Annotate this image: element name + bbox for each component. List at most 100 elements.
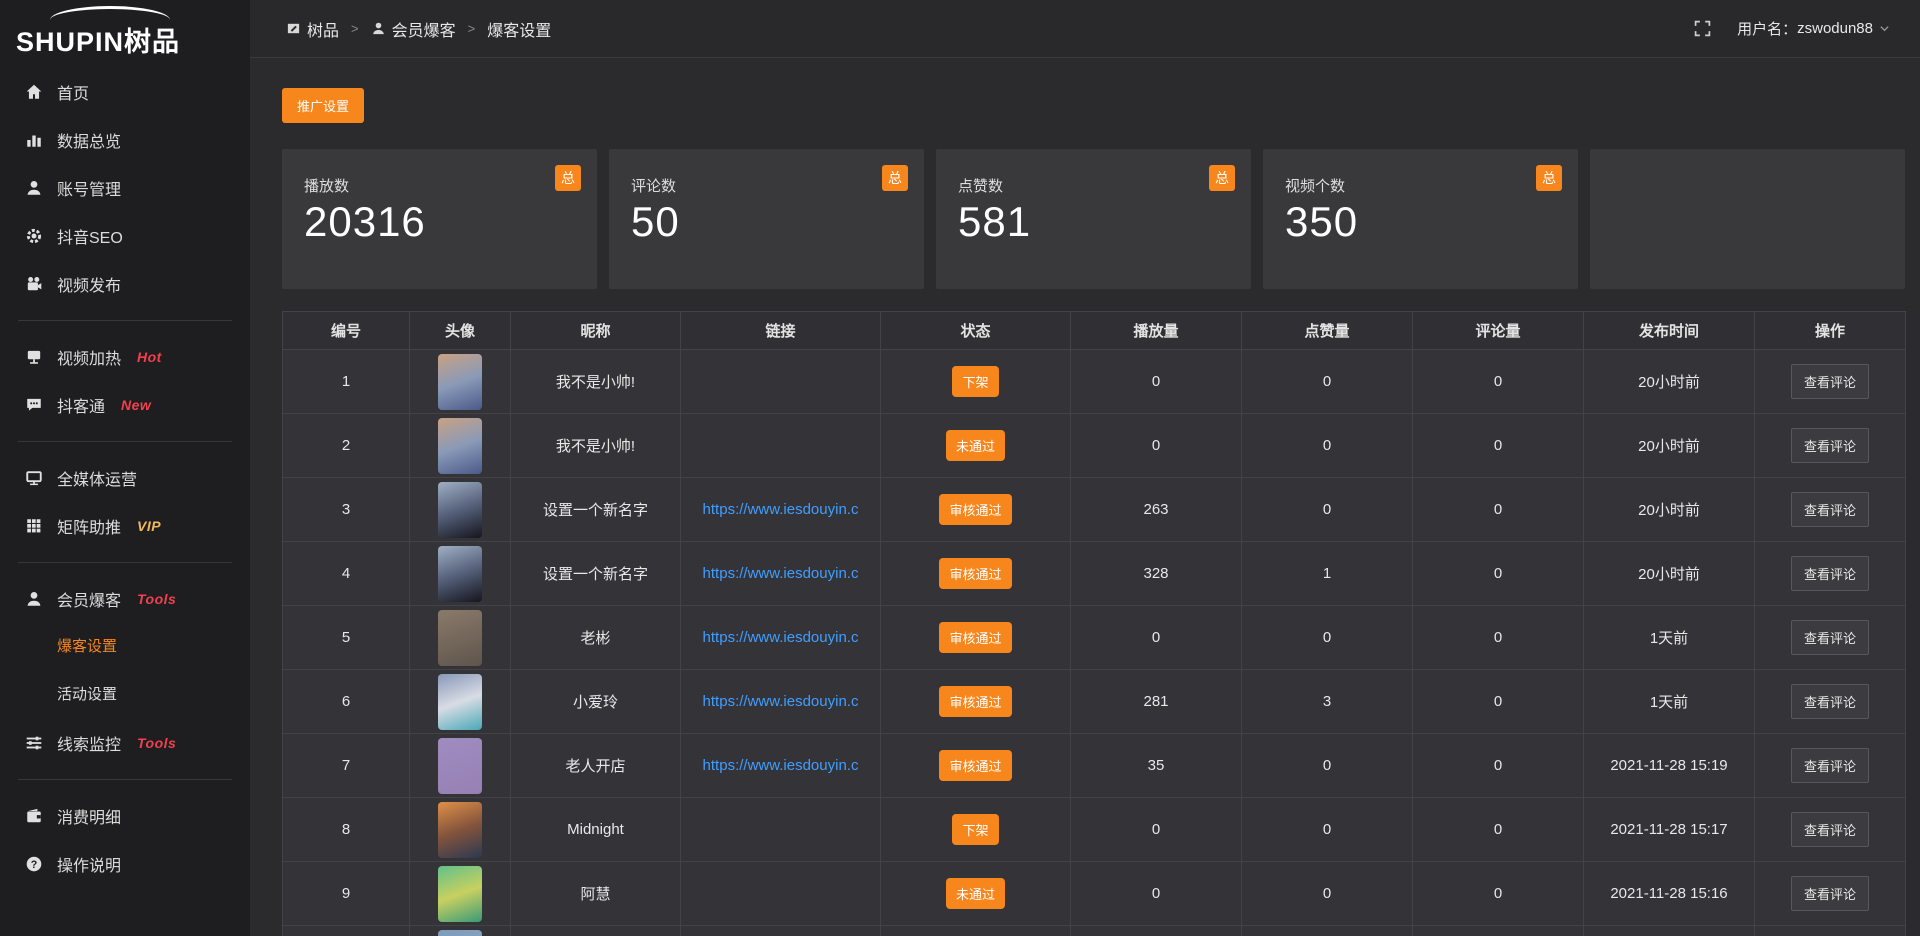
video-link[interactable]: https://www.iesdouyin.c	[681, 693, 880, 710]
column-header: 头像	[410, 312, 511, 350]
status-button[interactable]: 下架	[952, 814, 998, 845]
cell-comments: 0	[1413, 414, 1584, 478]
chart-icon	[25, 131, 43, 149]
view-comments-button[interactable]: 查看评论	[1791, 876, 1869, 911]
cell-time: 20小时前	[1584, 350, 1755, 414]
sidebar-item-3[interactable]: 抖音SEO	[0, 212, 250, 260]
breadcrumb: 树品>会员爆客>爆客设置	[286, 17, 551, 41]
cell-time: 20小时前	[1584, 414, 1755, 478]
sidebar-item-7[interactable]: 抖客通New	[0, 381, 250, 429]
status-button[interactable]: 审核通过	[939, 622, 1011, 653]
breadcrumb-separator: >	[351, 21, 359, 36]
table-row: 5 老彬 https://www.iesdouyin.c 审核通过 0 0 0 …	[283, 606, 1906, 670]
screen-icon	[25, 348, 43, 366]
cell-time: 1天前	[1584, 606, 1755, 670]
avatar	[438, 418, 482, 474]
breadcrumb-label: 树品	[307, 17, 339, 41]
view-comments-button[interactable]: 查看评论	[1791, 492, 1869, 527]
table-header-row: 编号头像昵称链接状态播放量点赞量评论量发布时间操作	[283, 312, 1906, 350]
sidebar-item-1[interactable]: 数据总览	[0, 116, 250, 164]
stat-card-3: 视频个数 350 总	[1263, 149, 1578, 289]
cell-nickname: 我不是小帅!	[511, 350, 681, 414]
grid-icon	[25, 517, 43, 535]
sidebar-item-9[interactable]: 全媒体运营	[0, 454, 250, 502]
video-link[interactable]: https://www.iesdouyin.c	[681, 629, 880, 646]
person-icon	[371, 21, 386, 36]
view-comments-button[interactable]: 查看评论	[1791, 684, 1869, 719]
column-header: 发布时间	[1584, 312, 1755, 350]
stat-card-label: 视频个数	[1285, 175, 1556, 196]
sidebar-item-label: 视频发布	[57, 272, 121, 296]
status-button[interactable]: 审核通过	[939, 494, 1011, 525]
view-comments-button[interactable]: 查看评论	[1791, 556, 1869, 591]
cell-nickname: 老彬	[511, 606, 681, 670]
cell-nickname: 老人开店	[511, 734, 681, 798]
column-header: 评论量	[1413, 312, 1584, 350]
cell-nickname: 我不是小帅!	[511, 414, 681, 478]
stat-card-0: 播放数 20316 总	[282, 149, 597, 289]
avatar	[438, 610, 482, 666]
cell-comments: 0	[1413, 542, 1584, 606]
view-comments-button[interactable]: 查看评论	[1791, 428, 1869, 463]
sidebar-item-13[interactable]: 线索监控Tools	[0, 719, 250, 767]
promo-settings-button[interactable]: 推广设置	[282, 88, 364, 123]
column-header: 状态	[881, 312, 1071, 350]
breadcrumb-item-2[interactable]: 爆客设置	[487, 17, 551, 41]
video-link[interactable]: https://www.iesdouyin.c	[681, 501, 880, 518]
video-link[interactable]: https://www.iesdouyin.c	[681, 757, 880, 774]
help-icon: ?	[25, 855, 43, 873]
cell-likes: 0	[1242, 606, 1413, 670]
fullscreen-icon[interactable]	[1694, 20, 1711, 37]
cell-time: 2021-11-28 15:16	[1584, 862, 1755, 926]
sidebar-item-10[interactable]: 矩阵助推VIP	[0, 502, 250, 550]
cell-likes: 0	[1242, 862, 1413, 926]
sidebar-item-tag: New	[121, 397, 151, 413]
content-column: 树品>会员爆客>爆客设置 用户名： zswodun88 推广设置 播放数 203…	[250, 0, 1920, 936]
sidebar-item-15[interactable]: 消费明细	[0, 792, 250, 840]
sidebar-divider	[18, 441, 232, 442]
sidebar-subitem[interactable]: 爆客设置	[0, 623, 250, 671]
view-comments-button[interactable]: 查看评论	[1791, 812, 1869, 847]
cell-likes: 0	[1242, 414, 1413, 478]
status-button[interactable]: 未通过	[946, 430, 1005, 461]
app-icon	[286, 21, 301, 36]
sidebar-subitem[interactable]: 活动设置	[0, 671, 250, 719]
cell-no: 3	[283, 478, 410, 542]
video-link[interactable]: https://www.iesdouyin.c	[681, 565, 880, 582]
user-menu[interactable]: 用户名： zswodun88	[1737, 18, 1890, 39]
cell-plays: 0	[1071, 414, 1242, 478]
status-button[interactable]: 审核通过	[939, 750, 1011, 781]
stat-card-label: 评论数	[631, 175, 902, 196]
sidebar-item-2[interactable]: 账号管理	[0, 164, 250, 212]
camera-icon	[25, 275, 43, 293]
sidebar-item-0[interactable]: 首页	[0, 68, 250, 116]
table-row: 7 老人开店 https://www.iesdouyin.c 审核通过 35 0…	[283, 734, 1906, 798]
sidebar-item-tag: Tools	[137, 735, 176, 751]
cell-time: 20小时前	[1584, 542, 1755, 606]
breadcrumb-item-1[interactable]: 会员爆客	[371, 17, 456, 41]
sidebar-divider	[18, 320, 232, 321]
cell-plays: 35	[1071, 734, 1242, 798]
brand-logo: SHUPIN树品	[0, 0, 250, 64]
status-button[interactable]: 审核通过	[939, 558, 1011, 589]
cell-nickname: 设置一个新名字	[511, 478, 681, 542]
status-button[interactable]: 下架	[952, 366, 998, 397]
status-button[interactable]: 未通过	[946, 878, 1005, 909]
view-comments-button[interactable]: 查看评论	[1791, 748, 1869, 783]
breadcrumb-item-0[interactable]: 树品	[286, 17, 339, 41]
sidebar-item-12[interactable]: 会员爆客Tools	[0, 575, 250, 623]
status-button[interactable]: 审核通过	[939, 686, 1011, 717]
app-window: SHUPIN树品 首页数据总览账号管理抖音SEO 视频发布视频加热Hot抖客通Ne…	[0, 0, 1920, 936]
sidebar-item-6[interactable]: 视频加热Hot	[0, 333, 250, 381]
sidebar-item-4[interactable]: 视频发布	[0, 260, 250, 308]
cell-no: 1	[283, 350, 410, 414]
table-row: 2 我不是小帅! 未通过 0 0 0 20小时前 查看评论	[283, 414, 1906, 478]
sidebar-item-label: 账号管理	[57, 176, 121, 200]
sidebar-item-16[interactable]: ?操作说明	[0, 840, 250, 888]
cell-comments: 0	[1413, 606, 1584, 670]
topbar: 树品>会员爆客>爆客设置 用户名： zswodun88	[250, 0, 1920, 58]
view-comments-button[interactable]: 查看评论	[1791, 620, 1869, 655]
main-content: 推广设置 播放数 20316 总 评论数 50 总 点赞数 581 总 视频个数…	[250, 58, 1920, 936]
cell-time: 1天前	[1584, 670, 1755, 734]
view-comments-button[interactable]: 查看评论	[1791, 364, 1869, 399]
